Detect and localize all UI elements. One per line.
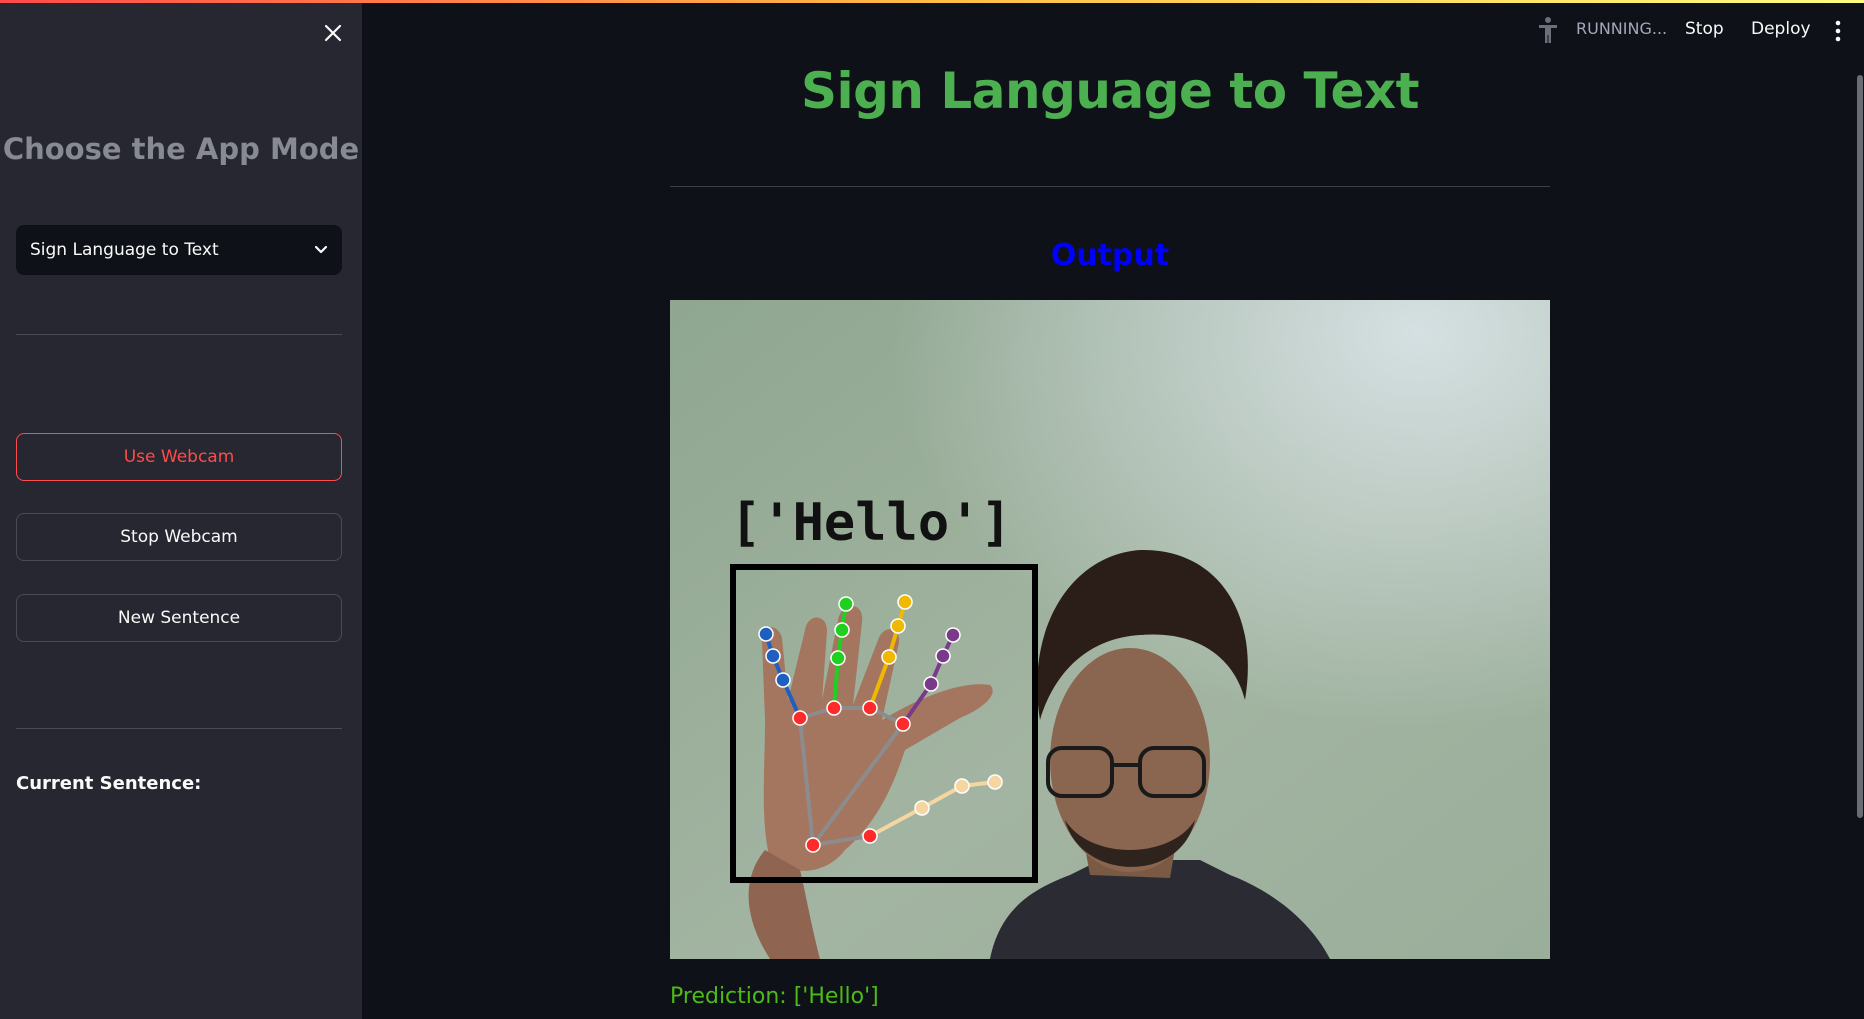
webcam-image: ['Hello'] bbox=[670, 300, 1550, 959]
close-sidebar-button[interactable] bbox=[318, 18, 348, 48]
sidebar-divider bbox=[16, 334, 342, 335]
frame-overlay-text: ['Hello'] bbox=[730, 493, 1012, 553]
stop-button[interactable]: Stop bbox=[1685, 19, 1724, 39]
app-mode-select[interactable]: Sign Language to Text bbox=[16, 225, 342, 275]
page-title: Sign Language to Text bbox=[800, 62, 1420, 120]
stop-webcam-button[interactable]: Stop Webcam bbox=[16, 513, 342, 561]
deploy-button[interactable]: Deploy bbox=[1751, 19, 1811, 39]
chevron-down-icon bbox=[314, 245, 328, 254]
sidebar-divider bbox=[16, 728, 342, 729]
close-icon bbox=[324, 24, 342, 42]
prediction-text: Prediction: ['Hello'] bbox=[670, 984, 879, 1009]
main-menu-icon[interactable] bbox=[1828, 18, 1848, 44]
main-scrollbar[interactable] bbox=[1857, 75, 1863, 818]
running-status: RUNNING... bbox=[1576, 19, 1668, 38]
current-sentence-label: Current Sentence: bbox=[16, 773, 202, 794]
top-decoration-bar bbox=[0, 0, 1864, 3]
running-person-icon bbox=[1539, 17, 1557, 43]
main-divider bbox=[670, 186, 1550, 187]
sidebar-title: Choose the App Mode bbox=[2, 132, 360, 166]
output-heading: Output bbox=[1050, 238, 1170, 273]
use-webcam-button[interactable]: Use Webcam bbox=[16, 433, 342, 481]
new-sentence-button[interactable]: New Sentence bbox=[16, 594, 342, 642]
app-mode-select-value: Sign Language to Text bbox=[30, 240, 219, 260]
sidebar: Choose the App Mode Sign Language to Tex… bbox=[0, 0, 362, 1019]
webcam-frame: ['Hello'] bbox=[670, 300, 1550, 959]
